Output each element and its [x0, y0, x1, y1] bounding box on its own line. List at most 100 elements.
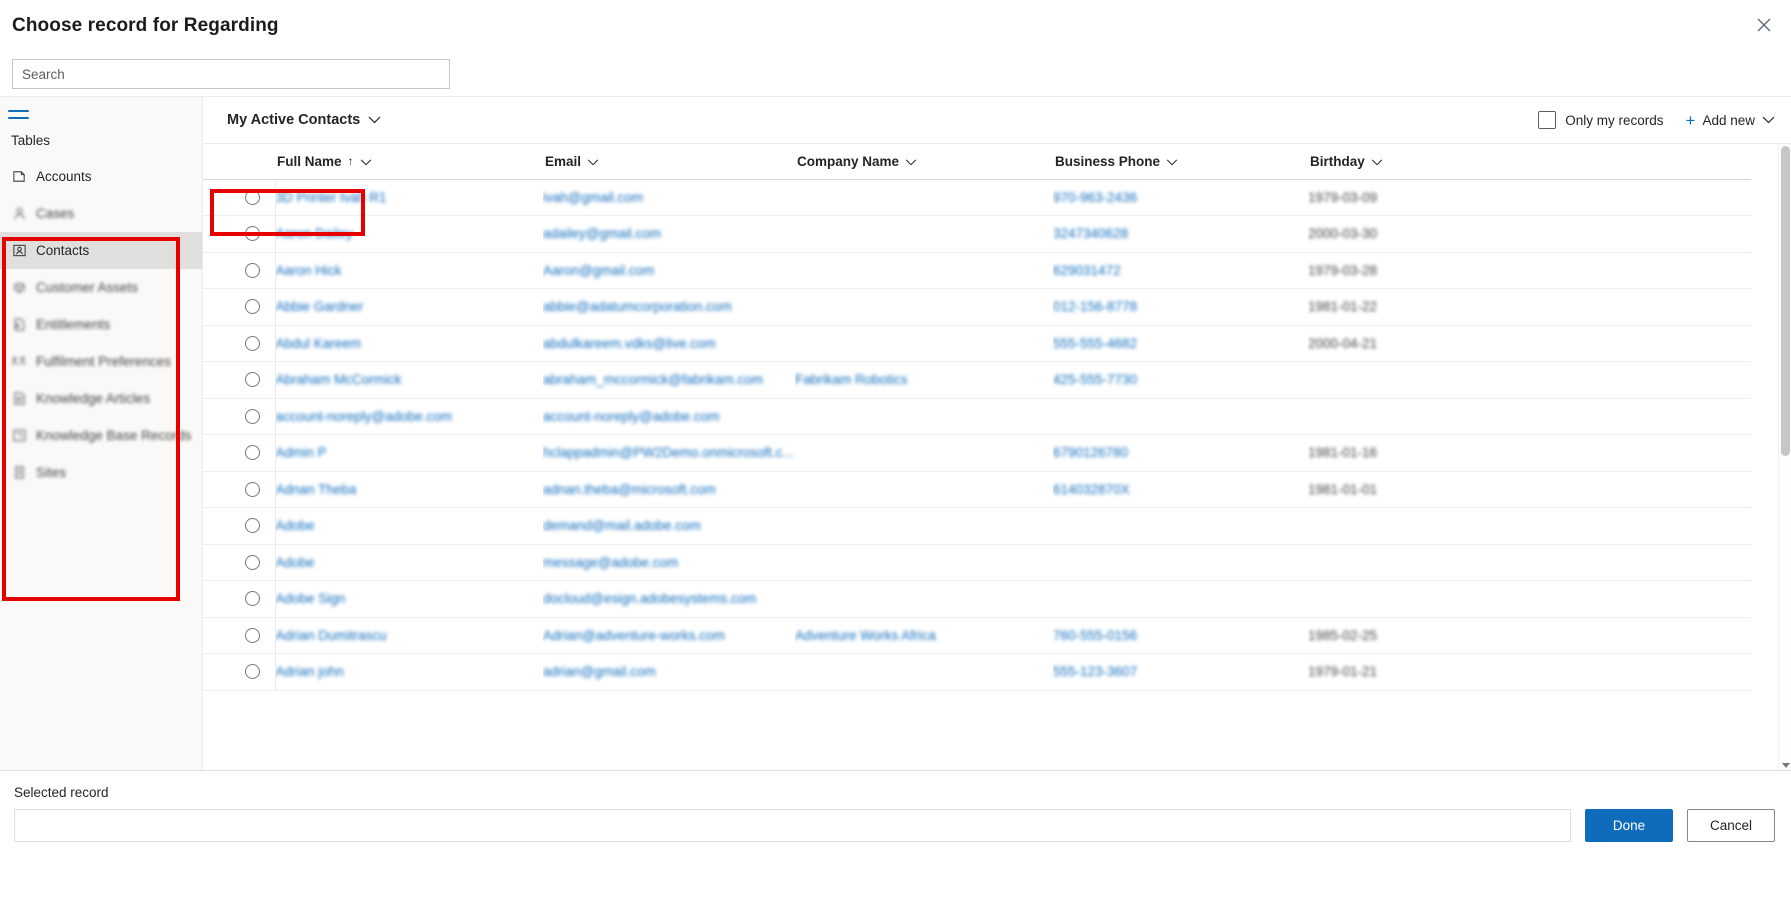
row-select-cell[interactable]	[203, 398, 275, 435]
row-radio-button[interactable]	[245, 226, 260, 242]
cell-text: demand@mail.adobe.com	[543, 518, 701, 534]
row-radio-button[interactable]	[245, 518, 260, 534]
row-radio-button[interactable]	[245, 408, 260, 424]
cell-phone	[1053, 544, 1308, 581]
cell-fullname[interactable]: Aaron Hick	[274, 252, 543, 289]
cell-fullname[interactable]: Adobe Sign	[274, 580, 543, 618]
sidebar-item-entitlements[interactable]: Entitlements	[0, 306, 202, 343]
cell-fullname[interactable]: account-noreply@adobe.com	[274, 398, 543, 435]
table-row[interactable]: Admin P hclappadmin@PW2Demo.onmicrosoft.c…	[203, 434, 1751, 472]
search-input[interactable]	[12, 59, 450, 89]
cell-fullname[interactable]: 3D Printer Ivah R1	[274, 179, 543, 216]
cell-fullname[interactable]: Adrian john	[274, 653, 543, 691]
row-select-cell[interactable]	[203, 580, 275, 618]
row-select-cell[interactable]	[203, 361, 275, 399]
sidebar-item-knowledge-articles[interactable]: Knowledge Articles	[0, 380, 202, 417]
row-radio-button[interactable]	[245, 554, 260, 570]
row-radio-button[interactable]	[245, 372, 260, 388]
table-row[interactable]: Adrian john adrian@gmail.com 555-123-3607 1…	[203, 653, 1751, 691]
row-radio-button[interactable]	[245, 335, 260, 351]
sidebar-item-knowledge-base-records[interactable]: Knowledge Base Records	[0, 417, 202, 454]
row-select-cell[interactable]	[203, 288, 275, 326]
vertical-scrollbar[interactable]	[1778, 144, 1791, 770]
cell-spacer	[1548, 252, 1751, 289]
row-select-cell[interactable]	[203, 434, 275, 472]
row-select-cell[interactable]	[203, 325, 275, 362]
sidebar-item-sites[interactable]: Sites	[0, 454, 202, 491]
row-select-cell[interactable]	[203, 215, 275, 253]
table-row[interactable]: Adobe Sign docloud@esign.adobesystems.com	[203, 580, 1751, 618]
row-radio-button[interactable]	[245, 481, 260, 497]
column-header-birthday[interactable]: Birthday	[1308, 144, 1548, 180]
row-select-cell[interactable]	[203, 471, 275, 508]
table-row[interactable]: account-noreply@adobe.com account-noreply…	[203, 398, 1751, 435]
cell-fullname[interactable]: Adobe	[274, 507, 543, 545]
row-radio-button[interactable]	[245, 445, 260, 461]
scrollbar-thumb[interactable]	[1781, 146, 1790, 456]
sidebar-item-fulfilment-preferences[interactable]: Fulfilment Preferences	[0, 343, 202, 380]
sidebar-item-cases[interactable]: Cases	[0, 195, 202, 232]
cell-phone: 555-555-4682	[1053, 325, 1308, 362]
sidebar-item-contacts[interactable]: Contacts	[0, 232, 202, 269]
table-row[interactable]: Abraham McCormick abraham_mccormick@fabri…	[203, 361, 1751, 399]
cell-fullname[interactable]: Adrian Dumitrascu	[274, 617, 543, 654]
table-row[interactable]: Abdul Kareem abdulkareem.vdks@live.com 555…	[203, 325, 1751, 362]
cell-fullname[interactable]: Aaron Dailey	[274, 215, 543, 253]
table-row[interactable]: Aaron Dailey adailey@gmail.com 3247340628 2…	[203, 215, 1751, 253]
cancel-button[interactable]: Cancel	[1687, 809, 1775, 842]
table-row[interactable]: Adrian Dumitrascu Adrian@adventure-works.…	[203, 617, 1751, 654]
chevron-down-icon[interactable]	[360, 154, 372, 169]
cell-company: Fabrikam Robotics	[795, 361, 1053, 399]
table-row[interactable]: Adobe demand@mail.adobe.com	[203, 507, 1751, 545]
hamburger-icon[interactable]	[0, 97, 40, 119]
done-button[interactable]: Done	[1585, 809, 1673, 842]
chevron-down-icon[interactable]	[587, 154, 599, 169]
add-new-button[interactable]: + Add new	[1686, 112, 1775, 129]
selected-record-input[interactable]	[14, 809, 1571, 842]
scroll-down-arrow-icon[interactable]	[1782, 763, 1790, 768]
cell-fullname[interactable]: Adobe	[274, 544, 543, 581]
column-header-email[interactable]: Email	[543, 144, 795, 180]
table-row[interactable]: Abbie Gardner abbie@adatumcorporation.com…	[203, 288, 1751, 326]
cell-fullname[interactable]: Adnan Theba	[274, 471, 543, 508]
cell-phone: 6790126780	[1053, 434, 1308, 472]
table-row[interactable]: Aaron Hick Aaron@gmail.com 629031472 1979-0…	[203, 252, 1751, 289]
row-radio-button[interactable]	[245, 299, 260, 315]
cell-birthday: 1981-01-16	[1308, 434, 1548, 472]
cell-fullname[interactable]: Abdul Kareem	[274, 325, 543, 362]
view-selector[interactable]: My Active Contacts	[221, 108, 387, 132]
chevron-down-icon[interactable]	[1762, 116, 1775, 124]
chevron-down-icon[interactable]	[905, 154, 917, 169]
cell-birthday	[1308, 361, 1548, 399]
row-radio-button[interactable]	[245, 591, 260, 607]
row-select-cell[interactable]	[203, 252, 275, 289]
table-row[interactable]: Adobe message@adobe.com	[203, 544, 1751, 581]
cell-text: docloud@esign.adobesystems.com	[543, 591, 757, 607]
row-radio-button[interactable]	[245, 262, 260, 278]
cell-text: Aaron@gmail.com	[543, 262, 655, 278]
cell-fullname[interactable]: Abbie Gardner	[274, 288, 543, 326]
row-radio-button[interactable]	[245, 664, 260, 680]
chevron-down-icon[interactable]	[1166, 154, 1178, 169]
cell-fullname[interactable]: Admin P	[274, 434, 543, 472]
row-radio-button[interactable]	[245, 189, 260, 205]
row-select-cell[interactable]	[203, 179, 275, 216]
only-my-records-checkbox[interactable]	[1538, 111, 1557, 129]
table-row[interactable]: 3D Printer Ivah R1 ivah@gmail.com 970-963-…	[203, 179, 1751, 216]
column-header-fullname[interactable]: Full Name ↑	[275, 144, 543, 180]
cell-email: docloud@esign.adobesystems.com	[543, 580, 795, 618]
column-header-phone[interactable]: Business Phone	[1053, 144, 1308, 180]
row-radio-button[interactable]	[245, 627, 260, 643]
cell-fullname[interactable]: Abraham McCormick	[274, 361, 543, 399]
row-select-cell[interactable]	[203, 507, 275, 545]
table-row[interactable]: Adnan Theba adnan.theba@microsoft.com 6140…	[203, 471, 1751, 508]
only-my-records-toggle[interactable]: Only my records	[1538, 111, 1664, 129]
row-select-cell[interactable]	[203, 617, 275, 654]
row-select-cell[interactable]	[203, 544, 275, 581]
close-icon[interactable]	[1747, 8, 1781, 42]
chevron-down-icon[interactable]	[1371, 154, 1383, 169]
sidebar-item-customer-assets[interactable]: Customer Assets	[0, 269, 202, 306]
column-header-company[interactable]: Company Name	[795, 144, 1053, 180]
row-select-cell[interactable]	[203, 653, 275, 691]
sidebar-item-accounts[interactable]: Accounts	[0, 158, 202, 195]
